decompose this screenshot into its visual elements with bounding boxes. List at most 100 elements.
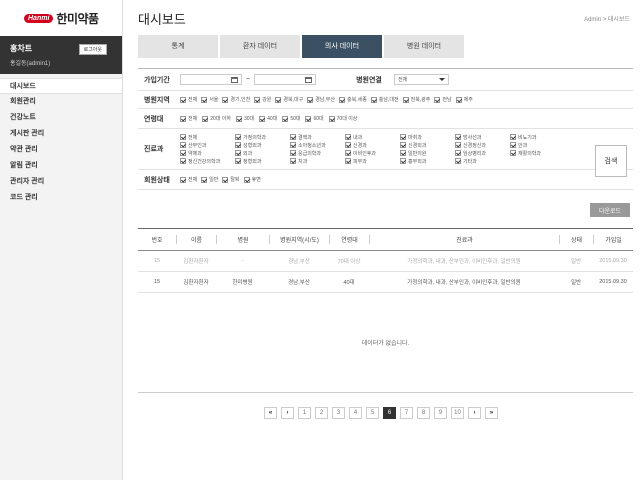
dept-option-22[interactable]: 정형외과 bbox=[235, 157, 290, 165]
dept-option-21[interactable]: 정신건강의학과 bbox=[180, 157, 235, 165]
dept-option-15[interactable]: 외과 bbox=[235, 149, 290, 157]
checkbox-checked-icon[interactable] bbox=[400, 158, 406, 164]
checkbox-checked-icon[interactable] bbox=[180, 115, 186, 122]
status-option-0[interactable]: 전체 bbox=[180, 175, 197, 184]
age-option-4[interactable]: 50대 bbox=[282, 114, 300, 123]
next-page-button[interactable]: › bbox=[468, 407, 481, 419]
sidebar-item-0[interactable]: 대시보드 bbox=[0, 78, 122, 94]
table-row[interactable]: 15 김환자환자 - 경남,부산 70대 이상 가정의학과, 내과, 산부인과, 이비인후… bbox=[138, 251, 633, 272]
checkbox-checked-icon[interactable] bbox=[455, 96, 462, 103]
checkbox-checked-icon[interactable] bbox=[345, 134, 351, 140]
region-option-9[interactable]: 전남 bbox=[434, 95, 452, 104]
region-option-7[interactable]: 충남,대전 bbox=[370, 95, 399, 104]
checkbox-checked-icon[interactable] bbox=[275, 96, 282, 103]
checkbox-checked-icon[interactable] bbox=[510, 150, 516, 156]
dept-option-18[interactable]: 일반의원 bbox=[400, 149, 455, 157]
checkbox-checked-icon[interactable] bbox=[222, 96, 229, 103]
age-option-6[interactable]: 70대 이상 bbox=[328, 114, 357, 123]
region-option-5[interactable]: 경남,부산 bbox=[307, 95, 335, 104]
checkbox-checked-icon[interactable] bbox=[510, 134, 516, 140]
sidebar-item-3[interactable]: 게시판 관리 bbox=[0, 126, 122, 142]
dept-option-11[interactable]: 신경외과 bbox=[400, 141, 455, 149]
page-button-6[interactable]: 6 bbox=[383, 407, 396, 419]
checkbox-checked-icon[interactable] bbox=[243, 176, 250, 183]
checkbox-checked-icon[interactable] bbox=[290, 150, 296, 156]
checkbox-checked-icon[interactable] bbox=[235, 142, 241, 148]
sidebar-item-6[interactable]: 관리자 관리 bbox=[0, 174, 122, 190]
table-row[interactable]: 15 김환자환자 한미병원 경남,부산 40대 가정의학과, 내과, 산부인과, 이비인후… bbox=[138, 272, 633, 293]
dept-option-4[interactable]: 마취과 bbox=[400, 133, 455, 141]
dept-option-26[interactable]: 기타과 bbox=[455, 157, 510, 165]
hospital-link-select[interactable]: 전체 bbox=[394, 74, 450, 85]
checkbox-checked-icon[interactable] bbox=[180, 150, 186, 156]
checkbox-checked-icon[interactable] bbox=[290, 158, 296, 164]
dept-option-25[interactable]: 흉부외과 bbox=[400, 157, 455, 165]
region-option-0[interactable]: 전체 bbox=[180, 95, 197, 104]
checkbox-checked-icon[interactable] bbox=[180, 134, 186, 140]
dept-option-20[interactable]: 재활의학과 bbox=[510, 149, 570, 157]
search-button[interactable]: 검색 bbox=[595, 145, 627, 177]
region-option-6[interactable]: 충북,세종 bbox=[339, 95, 367, 104]
page-button-2[interactable]: 2 bbox=[315, 407, 328, 419]
checkbox-checked-icon[interactable] bbox=[434, 96, 441, 103]
tab-0[interactable]: 통계 bbox=[138, 35, 218, 58]
checkbox-checked-icon[interactable] bbox=[202, 115, 209, 122]
logo[interactable]: Hanmi 한미약품 bbox=[0, 0, 122, 36]
dept-option-0[interactable]: 전체 bbox=[180, 133, 235, 141]
checkbox-checked-icon[interactable] bbox=[180, 96, 186, 103]
checkbox-checked-icon[interactable] bbox=[180, 176, 186, 183]
logout-button[interactable]: 로그아웃 bbox=[78, 44, 107, 55]
checkbox-checked-icon[interactable] bbox=[400, 142, 406, 148]
checkbox-checked-icon[interactable] bbox=[290, 134, 296, 140]
checkbox-checked-icon[interactable] bbox=[510, 142, 516, 148]
dept-option-24[interactable]: 피부과 bbox=[345, 157, 400, 165]
calendar-icon[interactable] bbox=[231, 77, 238, 83]
region-option-8[interactable]: 전북,광주 bbox=[402, 95, 430, 104]
checkbox-checked-icon[interactable] bbox=[370, 96, 377, 103]
dept-option-2[interactable]: 결핵과 bbox=[290, 133, 345, 141]
dept-option-19[interactable]: 임상병리과 bbox=[455, 149, 510, 157]
dept-option-14[interactable]: 약제과 bbox=[180, 149, 235, 157]
tab-3[interactable]: 병원 데이터 bbox=[384, 35, 464, 58]
age-option-5[interactable]: 60대 bbox=[305, 114, 324, 123]
download-button[interactable]: 다운로드 bbox=[590, 203, 630, 217]
page-button-1[interactable]: 1 bbox=[298, 407, 311, 419]
dept-option-6[interactable]: 비뇨기과 bbox=[510, 133, 570, 141]
dept-option-5[interactable]: 방사선과 bbox=[455, 133, 510, 141]
checkbox-checked-icon[interactable] bbox=[345, 142, 351, 148]
checkbox-checked-icon[interactable] bbox=[290, 142, 296, 148]
checkbox-checked-icon[interactable] bbox=[400, 150, 406, 156]
status-option-3[interactable]: 휴면 bbox=[243, 175, 261, 184]
region-option-4[interactable]: 경북,대구 bbox=[275, 95, 303, 104]
dept-option-16[interactable]: 응급의학과 bbox=[290, 149, 345, 157]
page-button-8[interactable]: 8 bbox=[417, 407, 430, 419]
region-option-10[interactable]: 제주 bbox=[455, 95, 473, 104]
sidebar-item-1[interactable]: 회원관리 bbox=[0, 94, 122, 110]
tab-2[interactable]: 의사 데이터 bbox=[302, 35, 382, 58]
dept-option-7[interactable]: 산부인과 bbox=[180, 141, 235, 149]
sidebar-item-5[interactable]: 알림 관리 bbox=[0, 158, 122, 174]
dept-option-23[interactable]: 치과 bbox=[290, 157, 345, 165]
age-option-3[interactable]: 40대 bbox=[259, 114, 277, 123]
dept-option-1[interactable]: 가정의학과 bbox=[235, 133, 290, 141]
tab-1[interactable]: 환자 데이터 bbox=[220, 35, 300, 58]
age-option-1[interactable]: 20대 이하 bbox=[202, 114, 231, 123]
checkbox-checked-icon[interactable] bbox=[345, 158, 351, 164]
checkbox-checked-icon[interactable] bbox=[222, 176, 229, 183]
checkbox-checked-icon[interactable] bbox=[307, 96, 314, 103]
checkbox-checked-icon[interactable] bbox=[235, 115, 242, 122]
age-option-0[interactable]: 전체 bbox=[180, 114, 197, 123]
sidebar-item-2[interactable]: 건강노트 bbox=[0, 110, 122, 126]
page-button-10[interactable]: 10 bbox=[451, 407, 464, 419]
start-date-input[interactable] bbox=[180, 74, 242, 85]
checkbox-checked-icon[interactable] bbox=[259, 115, 266, 122]
checkbox-checked-icon[interactable] bbox=[180, 142, 186, 148]
checkbox-checked-icon[interactable] bbox=[235, 134, 241, 140]
page-button-9[interactable]: 9 bbox=[434, 407, 447, 419]
page-button-5[interactable]: 5 bbox=[366, 407, 379, 419]
end-date-input[interactable] bbox=[254, 74, 317, 85]
status-option-2[interactable]: 탈퇴 bbox=[222, 175, 240, 184]
checkbox-checked-icon[interactable] bbox=[180, 158, 186, 164]
dept-option-13[interactable]: 안과 bbox=[510, 141, 570, 149]
first-page-button[interactable]: « bbox=[264, 407, 277, 419]
